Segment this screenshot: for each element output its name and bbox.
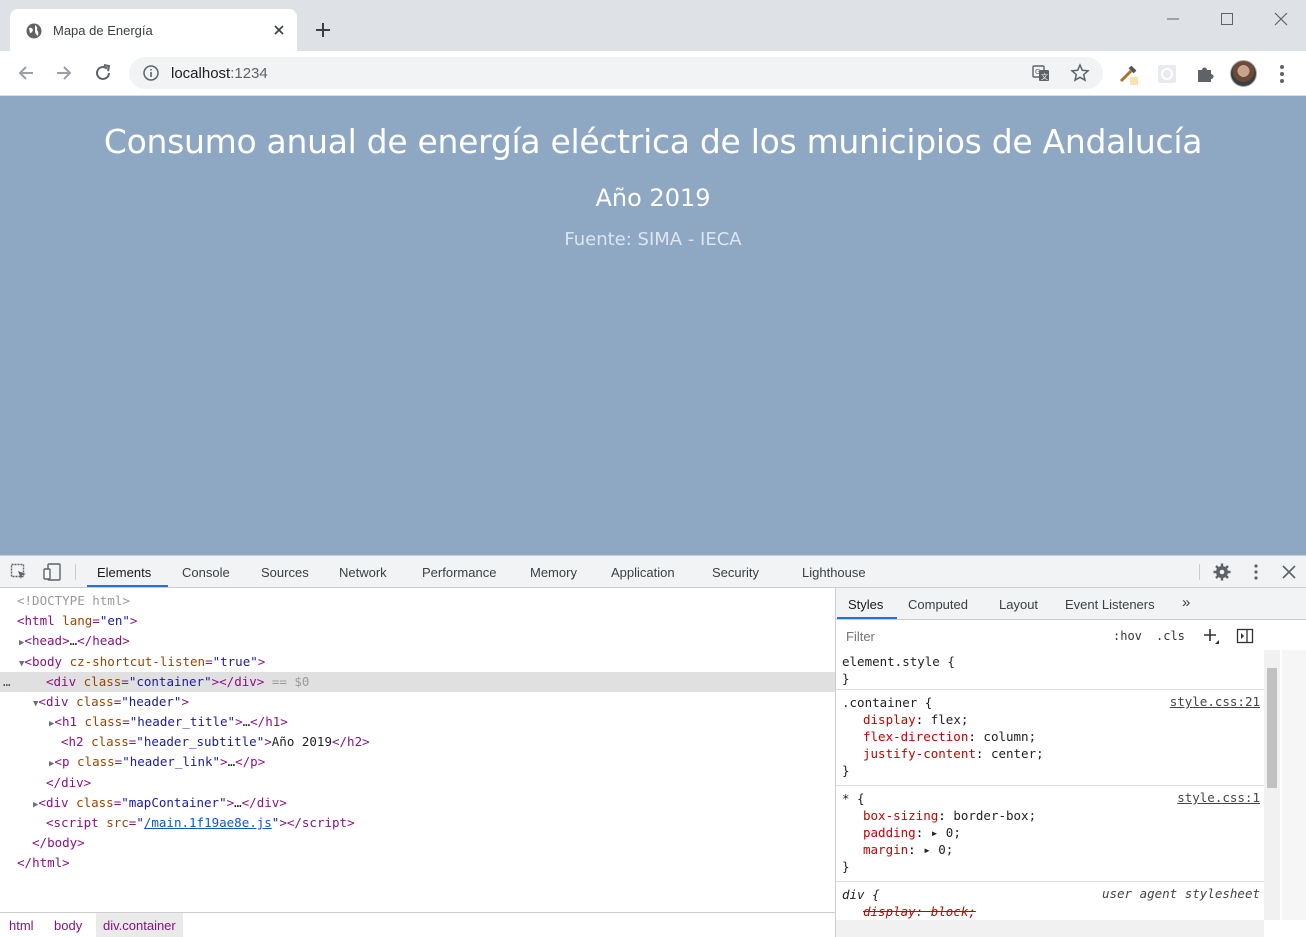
- tab-network[interactable]: Network: [339, 565, 387, 580]
- close-tab-icon[interactable]: [271, 22, 287, 38]
- dom-node-h1[interactable]: ▶<h1 class="header_title">…</h1>: [0, 712, 835, 732]
- tab-performance[interactable]: Performance: [422, 565, 496, 580]
- translate-icon[interactable]: G文: [1032, 64, 1050, 82]
- page-viewport: Consumo anual de energía eléctrica de lo…: [0, 96, 1306, 555]
- tab-security[interactable]: Security: [712, 565, 759, 580]
- dom-node-mapcontainer[interactable]: ▶<div class="mapContainer">…</div>: [0, 793, 835, 813]
- scrollbar-thumb[interactable]: [1267, 668, 1277, 788]
- styles-scrollbar[interactable]: [1264, 650, 1280, 920]
- dom-node-head[interactable]: ▶<head>…</head>: [0, 631, 835, 651]
- device-toolbar-icon[interactable]: [43, 563, 61, 581]
- tab-lighthouse[interactable]: Lighthouse: [802, 565, 866, 580]
- dom-node-h2[interactable]: <h2 class="header_subtitle">Año 2019</h2…: [0, 732, 835, 752]
- dom-node-container-selected[interactable]: … <div class="container"></div> == $0: [0, 672, 835, 692]
- tab-event-listeners[interactable]: Event Listeners: [1065, 597, 1155, 612]
- reload-icon[interactable]: [92, 62, 114, 84]
- tab-application[interactable]: Application: [611, 565, 675, 580]
- inspect-element-icon[interactable]: [10, 563, 28, 581]
- address-bar[interactable]: localhost:1234 G文: [129, 57, 1103, 89]
- page-subtitle: Año 2019: [595, 184, 711, 212]
- tab-styles[interactable]: Styles: [848, 597, 883, 612]
- globe-icon: [26, 23, 42, 39]
- breadcrumb-html[interactable]: html: [9, 918, 34, 933]
- window-close-icon[interactable]: [1270, 9, 1292, 29]
- minimize-icon[interactable]: [1162, 9, 1184, 29]
- dom-node-html-close[interactable]: </html>: [0, 853, 835, 873]
- script-src-link[interactable]: /main.1f19ae8e.js: [144, 815, 272, 830]
- devtools-tabbar: Elements Console Sources Network Perform…: [0, 556, 1306, 588]
- new-style-rule-icon[interactable]: [1202, 627, 1220, 645]
- styles-tabbar: Styles Computed Layout Event Listeners »: [836, 588, 1306, 620]
- tab-layout[interactable]: Layout: [999, 597, 1038, 612]
- styles-filter-input[interactable]: [840, 625, 1100, 647]
- rule-element-style[interactable]: element.style { }: [836, 650, 1264, 690]
- menu-kebab-icon[interactable]: [1271, 63, 1293, 85]
- extension-icon[interactable]: [1156, 63, 1178, 85]
- browser-tab[interactable]: Mapa de Energía: [10, 9, 297, 51]
- url-text[interactable]: localhost:1234: [171, 65, 268, 82]
- site-info-icon[interactable]: [143, 65, 159, 81]
- dom-node-p[interactable]: ▶<p class="header_link">…</p>: [0, 752, 835, 772]
- stylesheet-link[interactable]: style.css:21: [1170, 694, 1260, 709]
- breadcrumb: html body div.container: [0, 912, 835, 937]
- dom-node-body[interactable]: ▼<body cz-shortcut-listen="true">: [0, 652, 835, 672]
- stylesheet-link[interactable]: style.css:1: [1177, 790, 1260, 805]
- devtools-panel: Elements Console Sources Network Perform…: [0, 555, 1306, 937]
- toolbar-divider: [1199, 564, 1200, 580]
- new-tab-icon[interactable]: [313, 20, 333, 40]
- settings-gear-icon[interactable]: [1213, 563, 1231, 581]
- back-icon[interactable]: [15, 62, 37, 84]
- devtools-close-icon[interactable]: [1280, 563, 1298, 581]
- styles-horizontal-scrollbar[interactable]: [836, 920, 1264, 937]
- dom-node-doctype[interactable]: <!DOCTYPE html>: [0, 591, 835, 611]
- breadcrumb-div-container[interactable]: div.container: [96, 913, 183, 937]
- dom-node-header[interactable]: ▼<div class="header">: [0, 692, 835, 712]
- tab-strip: Mapa de Energía: [0, 0, 1306, 51]
- elements-tree: <!DOCTYPE html> <html lang="en"> ▶<head>…: [0, 588, 835, 913]
- cls-toggle[interactable]: .cls: [1156, 629, 1185, 643]
- tab-sources[interactable]: Sources: [261, 565, 309, 580]
- hov-toggle[interactable]: :hov: [1113, 629, 1142, 643]
- tab-computed[interactable]: Computed: [908, 597, 968, 612]
- page-title: Consumo anual de energía eléctrica de lo…: [103, 122, 1203, 161]
- bookmark-star-icon[interactable]: [1070, 63, 1090, 83]
- dom-node-body-close[interactable]: </body>: [0, 833, 835, 853]
- dom-node-header-close[interactable]: </div>: [0, 773, 835, 793]
- tab-elements[interactable]: Elements: [97, 565, 151, 580]
- tab-console[interactable]: Console: [182, 565, 230, 580]
- dom-node-html[interactable]: <html lang="en">: [0, 611, 835, 631]
- puzzle-extensions-icon[interactable]: [1194, 63, 1216, 85]
- css-rules: element.style { } .container { style.css…: [836, 650, 1264, 920]
- filter-row: :hov .cls: [836, 620, 1266, 650]
- breadcrumb-body[interactable]: body: [54, 918, 82, 933]
- rule-universal[interactable]: * { style.css:1 box-sizing: border-box; …: [836, 787, 1264, 882]
- toggle-sidebar-icon[interactable]: [1236, 627, 1254, 645]
- forward-icon[interactable]: [53, 62, 75, 84]
- svg-text:文: 文: [1041, 72, 1048, 81]
- styles-gutter: [1282, 650, 1306, 920]
- active-subtab-indicator: [837, 617, 897, 619]
- rule-div-user-agent[interactable]: div { user agent stylesheet display: blo…: [836, 883, 1264, 920]
- tab-title: Mapa de Energía: [53, 23, 153, 38]
- dom-node-script[interactable]: <script src="/main.1f19ae8e.js"></script…: [0, 813, 835, 833]
- rule-container[interactable]: .container { style.css:21 display: flex;…: [836, 691, 1264, 786]
- svg-text:G: G: [1035, 68, 1040, 76]
- profile-avatar[interactable]: [1230, 60, 1257, 87]
- toolbar-divider: [75, 564, 76, 580]
- color-picker-extension-icon[interactable]: [1117, 63, 1139, 85]
- styles-pane: Styles Computed Layout Event Listeners »…: [835, 588, 1306, 937]
- maximize-icon[interactable]: [1216, 9, 1238, 29]
- more-tabs-chevron-icon[interactable]: »: [1182, 594, 1190, 611]
- active-tab-indicator: [87, 585, 168, 587]
- devtools-menu-icon[interactable]: [1247, 563, 1265, 581]
- browser-toolbar: localhost:1234 G文: [0, 51, 1306, 96]
- source-link[interactable]: Fuente: SIMA - IECA: [0, 229, 1306, 250]
- tab-memory[interactable]: Memory: [530, 565, 577, 580]
